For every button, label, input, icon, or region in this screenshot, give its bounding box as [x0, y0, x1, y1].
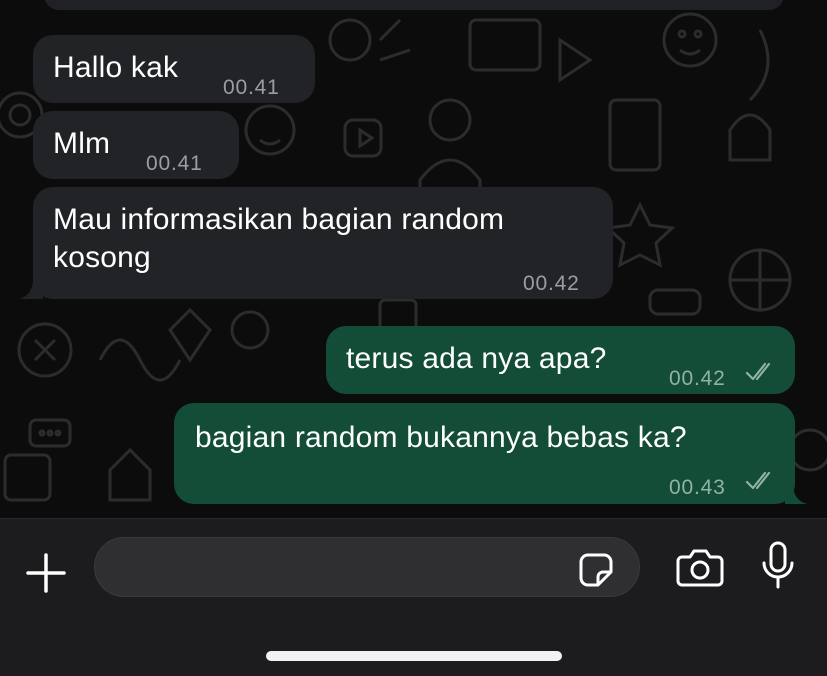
message-text: Mau informasikan bagian random kosong	[53, 203, 505, 274]
message-text: terus ada nya apa?	[346, 342, 607, 375]
message-time: 00.43	[669, 476, 726, 499]
outgoing-message[interactable]: bagian random bukannya bebas ka? 00.43	[174, 403, 807, 504]
plus-icon[interactable]	[24, 551, 68, 595]
message-time: 00.41	[146, 152, 203, 175]
chat-area: Hallo kak 00.41 Mlm 00.41 Mau informasik…	[0, 0, 827, 518]
sticker-icon[interactable]	[578, 552, 614, 588]
message-text: Mlm	[53, 127, 111, 160]
incoming-message[interactable]: Mlm 00.41	[33, 111, 239, 179]
message-text: Hallo kak	[53, 51, 179, 84]
bubble-tail	[785, 480, 807, 504]
incoming-message[interactable]: Hallo kak 00.41	[33, 35, 315, 103]
message-time: 00.42	[669, 367, 726, 390]
message-time: 00.41	[223, 76, 280, 99]
previous-message-bubble	[44, 0, 784, 10]
message-time: 00.42	[523, 272, 580, 295]
home-indicator[interactable]	[266, 651, 562, 661]
bubble-tail	[19, 275, 43, 299]
outgoing-message[interactable]: terus ada nya apa? 00.42	[326, 326, 795, 394]
message-text: bagian random bukannya bebas ka?	[195, 421, 687, 454]
read-receipt-icon	[745, 471, 771, 490]
read-receipt-icon	[745, 362, 771, 381]
camera-icon[interactable]	[676, 547, 724, 587]
message-composer	[0, 518, 827, 676]
incoming-message[interactable]: Mau informasikan bagian random kosong 00…	[19, 187, 613, 299]
microphone-icon[interactable]	[760, 541, 796, 591]
message-input[interactable]	[94, 537, 640, 597]
